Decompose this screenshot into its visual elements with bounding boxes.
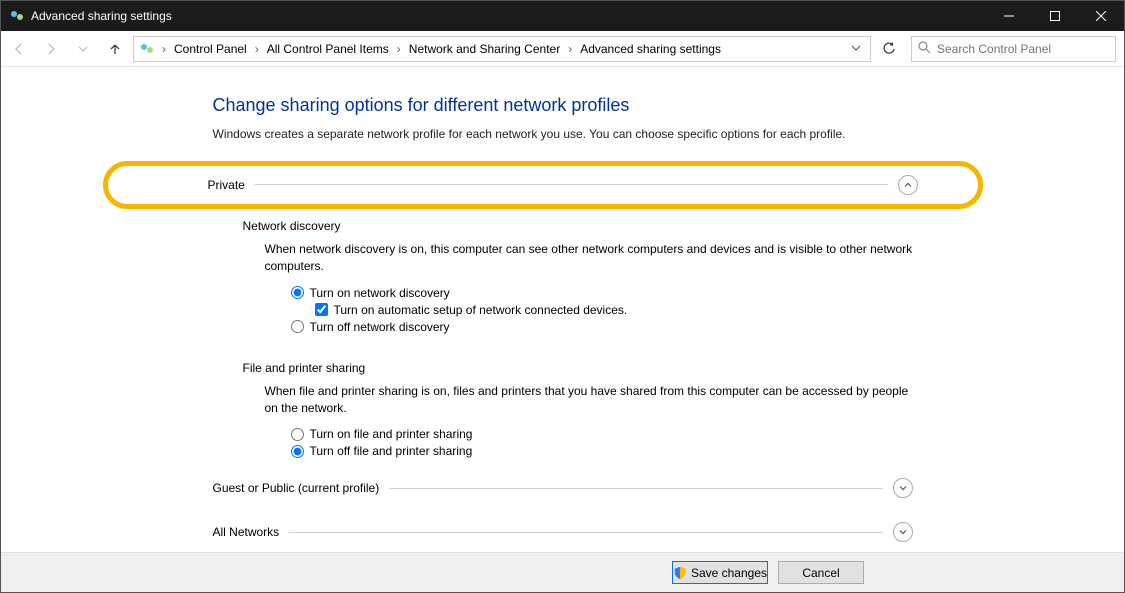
page-title: Change sharing options for different net… xyxy=(213,95,913,116)
profile-label: Private xyxy=(208,178,245,192)
radio-fp-on[interactable]: Turn on file and printer sharing xyxy=(291,427,913,441)
titlebar: Advanced sharing settings xyxy=(1,1,1124,31)
forward-button[interactable] xyxy=(37,35,65,63)
app-icon xyxy=(9,8,25,24)
file-printer-section: File and printer sharing When file and p… xyxy=(243,361,913,459)
radio-label: Turn on file and printer sharing xyxy=(310,427,473,441)
button-label: Cancel xyxy=(802,566,839,580)
address-bar[interactable]: › Control Panel › All Control Panel Item… xyxy=(133,36,871,62)
subsection-title: File and printer sharing xyxy=(243,361,913,375)
search-input[interactable] xyxy=(937,42,1109,56)
navigation-bar: › Control Panel › All Control Panel Item… xyxy=(1,31,1124,67)
breadcrumb-item[interactable]: Advanced sharing settings xyxy=(576,40,725,58)
subsection-title: Network discovery xyxy=(243,219,913,233)
up-button[interactable] xyxy=(101,35,129,63)
refresh-button[interactable] xyxy=(875,35,903,63)
radio-nd-on[interactable]: Turn on network discovery xyxy=(291,286,913,300)
recent-button[interactable] xyxy=(69,35,97,63)
divider xyxy=(289,532,882,533)
subsection-desc: When file and printer sharing is on, fil… xyxy=(265,383,913,418)
control-panel-icon xyxy=(138,41,156,57)
search-icon xyxy=(918,41,931,57)
breadcrumb-item[interactable]: All Control Panel Items xyxy=(263,40,393,58)
network-discovery-section: Network discovery When network discovery… xyxy=(243,219,913,334)
shield-icon xyxy=(673,566,687,580)
profile-label: All Networks xyxy=(213,525,280,539)
breadcrumb-item[interactable]: Network and Sharing Center xyxy=(405,40,564,58)
checkbox-nd-auto[interactable]: Turn on automatic setup of network conne… xyxy=(315,303,913,317)
checkbox-label: Turn on automatic setup of network conne… xyxy=(334,303,628,317)
close-button[interactable] xyxy=(1078,1,1124,31)
maximize-button[interactable] xyxy=(1032,1,1078,31)
profile-header-private[interactable]: Private xyxy=(208,172,918,198)
minimize-button[interactable] xyxy=(986,1,1032,31)
radio-input[interactable] xyxy=(291,428,304,441)
back-button[interactable] xyxy=(5,35,33,63)
search-box[interactable] xyxy=(911,36,1116,62)
content-area: Change sharing options for different net… xyxy=(1,67,1124,552)
chevron-down-icon[interactable] xyxy=(893,478,913,498)
save-button[interactable]: Save changes xyxy=(672,561,768,584)
chevron-right-icon[interactable]: › xyxy=(395,42,403,56)
radio-input[interactable] xyxy=(291,320,304,333)
radio-label: Turn off network discovery xyxy=(310,320,450,334)
chevron-down-icon[interactable] xyxy=(893,522,913,542)
profile-label: Guest or Public (current profile) xyxy=(213,481,380,495)
radio-label: Turn on network discovery xyxy=(310,286,450,300)
breadcrumb-item[interactable]: Control Panel xyxy=(170,40,251,58)
radio-input[interactable] xyxy=(291,286,304,299)
page-subtitle: Windows creates a separate network profi… xyxy=(213,126,913,143)
radio-input[interactable] xyxy=(291,445,304,458)
profile-header-all[interactable]: All Networks xyxy=(213,519,913,545)
radio-fp-off[interactable]: Turn off file and printer sharing xyxy=(291,444,913,458)
checkbox-input[interactable] xyxy=(315,303,328,316)
button-label: Save changes xyxy=(691,566,767,580)
window-title: Advanced sharing settings xyxy=(31,9,172,23)
chevron-right-icon[interactable]: › xyxy=(160,42,168,56)
footer-bar: Save changes Cancel xyxy=(1,552,1124,592)
address-dropdown[interactable] xyxy=(846,42,866,56)
chevron-right-icon[interactable]: › xyxy=(253,42,261,56)
cancel-button[interactable]: Cancel xyxy=(778,561,864,584)
radio-nd-off[interactable]: Turn off network discovery xyxy=(291,320,913,334)
profile-header-guest[interactable]: Guest or Public (current profile) xyxy=(213,475,913,501)
chevron-right-icon[interactable]: › xyxy=(566,42,574,56)
divider xyxy=(389,488,882,489)
subsection-desc: When network discovery is on, this compu… xyxy=(265,241,913,276)
radio-label: Turn off file and printer sharing xyxy=(310,444,473,458)
chevron-up-icon[interactable] xyxy=(898,175,918,195)
divider xyxy=(255,184,888,185)
highlight-annotation: Private xyxy=(103,161,983,209)
